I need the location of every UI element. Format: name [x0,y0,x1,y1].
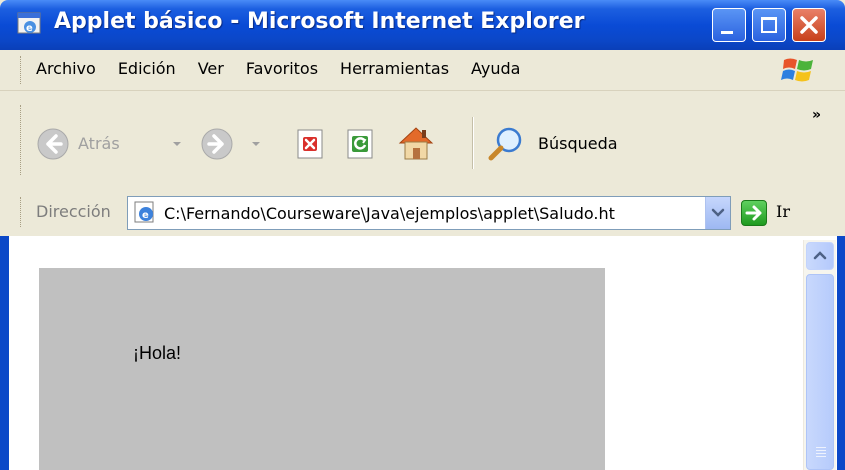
ie-window: e Applet básico - Microsoft Internet Exp… [0,0,845,470]
back-dropdown-icon [173,142,181,146]
toolbar-grip[interactable] [20,105,24,175]
close-button[interactable] [792,8,826,42]
maximize-button[interactable] [752,8,786,42]
toolbar-separator [472,117,474,169]
svg-text:e: e [142,210,149,221]
menu-herramientas[interactable]: Herramientas [340,59,449,78]
go-arrow-icon [745,205,762,221]
address-grip[interactable] [20,197,24,227]
chevron-up-icon [813,251,827,260]
vertical-scrollbar[interactable] [803,240,836,470]
menu-archivo[interactable]: Archivo [36,59,96,78]
window-frame-left [0,236,9,470]
address-label: Dirección [36,202,111,221]
scroll-thumb[interactable] [806,274,834,470]
standard-toolbar: Atrás Búsqueda » [0,91,845,190]
java-applet[interactable]: ¡Hola! [39,268,605,470]
go-label[interactable]: Ir [776,202,790,221]
back-label: Atrás [78,134,120,153]
scroll-up-button[interactable] [806,242,834,270]
forward-dropdown-icon [252,142,260,146]
svg-text:e: e [26,23,33,34]
ie-icon: e [17,12,41,34]
menu-ver[interactable]: Ver [198,59,224,78]
address-dropdown-button[interactable] [705,197,730,229]
address-bar: Dirección e C:\Fernando\Courseware\Java\… [0,189,845,237]
search-button[interactable]: Búsqueda [486,125,636,163]
forward-button[interactable] [200,127,260,161]
search-icon [488,127,522,161]
title-bar[interactable]: e Applet básico - Microsoft Internet Exp… [0,0,845,50]
address-input[interactable]: e C:\Fernando\Courseware\Java\ejemplos\a… [127,196,731,230]
back-button[interactable]: Atrás [36,127,186,161]
windows-logo-icon [781,58,813,82]
page-icon: e [134,201,154,223]
refresh-icon [347,129,373,159]
chevron-down-icon [711,208,725,217]
search-label: Búsqueda [538,134,618,153]
go-button[interactable] [741,200,767,226]
menu-edicion[interactable]: Edición [118,59,176,78]
toolbar-more-chevron[interactable]: » [812,107,821,123]
stop-icon [297,129,323,159]
home-button[interactable] [396,123,436,163]
window-title: Applet básico - Microsoft Internet Explo… [54,9,585,34]
menu-grip[interactable] [20,56,24,84]
refresh-button[interactable] [344,127,378,161]
window-frame-right [837,236,845,470]
address-value: C:\Fernando\Courseware\Java\ejemplos\app… [164,204,615,223]
applet-greeting: ¡Hola! [133,343,182,363]
minimize-button[interactable] [712,8,746,42]
home-icon [398,127,434,160]
menu-favoritos[interactable]: Favoritos [246,59,318,78]
menu-bar: Archivo Edición Ver Favoritos Herramient… [0,50,845,91]
close-icon [800,16,818,34]
forward-arrow-icon [201,128,233,160]
menu-ayuda[interactable]: Ayuda [471,59,520,78]
menu-items: Archivo Edición Ver Favoritos Herramient… [36,59,542,78]
back-arrow-icon [37,128,69,160]
stop-button[interactable] [294,127,328,161]
